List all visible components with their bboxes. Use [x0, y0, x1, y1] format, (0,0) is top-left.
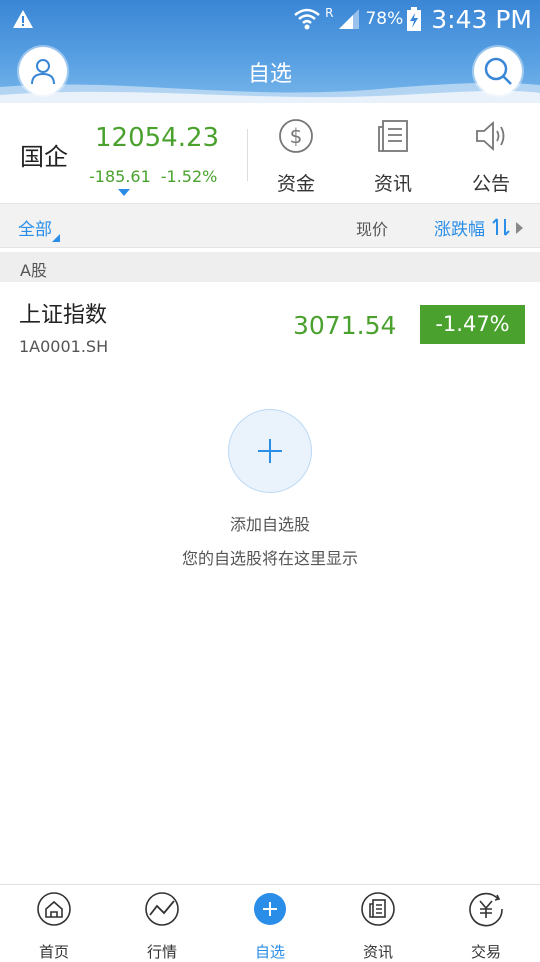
stock-price: 3071.54: [293, 311, 397, 340]
warning-icon: [13, 10, 33, 28]
nav-label: 资讯: [362, 943, 393, 961]
news-icon: [378, 120, 408, 152]
chart-icon: [145, 892, 179, 926]
empty-state-title: 添加自选股: [229, 515, 310, 534]
dollar-circle-icon: $: [279, 119, 313, 153]
plus-icon: [254, 893, 286, 925]
quick-link-announcements[interactable]: 公告: [456, 117, 526, 196]
column-change-sort-button[interactable]: 涨跌幅: [434, 215, 485, 240]
battery-percent: 78%: [365, 9, 404, 29]
index-name: 国企: [20, 143, 68, 171]
nav-label: 首页: [38, 943, 69, 961]
speaker-icon: [476, 120, 505, 152]
section-title: A股: [20, 261, 47, 280]
quick-link-news[interactable]: 资讯: [358, 117, 428, 196]
section-header: A股: [0, 252, 540, 282]
page-title: 自选: [247, 62, 292, 87]
index-change-amount: -185.61: [89, 167, 151, 186]
search-icon: [484, 57, 512, 85]
yen-icon: [469, 892, 503, 927]
signal-icon: [339, 9, 360, 29]
nav-label: 自选: [254, 943, 285, 961]
plus-icon: [258, 439, 282, 463]
empty-state-subtitle: 您的自选股将在这里显示: [181, 549, 358, 568]
app-header: R 78% 3:43 PM 自选: [0, 0, 540, 103]
index-summary[interactable]: 国企 12054.23 -185.61 -1.52% $ 资金 资讯 公告: [0, 103, 540, 203]
stock-change-badge[interactable]: -1.47%: [420, 305, 525, 344]
sort-icon[interactable]: [492, 217, 510, 237]
news-icon: [361, 892, 395, 926]
divider: [247, 129, 248, 181]
battery-charging-icon: [407, 7, 422, 31]
quick-link-label: 资金: [276, 173, 315, 195]
stock-name: 上证指数: [19, 303, 108, 328]
index-value: 12054.23: [95, 123, 220, 153]
home-icon: [37, 892, 71, 926]
nav-item-home[interactable]: 首页: [14, 891, 94, 962]
status-time: 3:43 PM: [431, 4, 532, 34]
index-change: -185.61 -1.52%: [89, 167, 217, 186]
filter-dropdown-icon: [52, 234, 60, 242]
quick-link-label: 资讯: [373, 173, 412, 195]
list-column-header: 全部 现价 涨跌幅: [0, 203, 540, 248]
index-change-percent: -1.52%: [160, 167, 218, 186]
table-row[interactable]: 上证指数 1A0001.SH 3071.54 -1.47%: [0, 282, 540, 364]
nav-item-trade[interactable]: 交易: [446, 891, 526, 962]
wifi-icon: [294, 8, 320, 30]
status-bar: R 78% 3:43 PM: [0, 0, 540, 38]
filter-all-button[interactable]: 全部: [18, 215, 52, 240]
nav-item-watchlist[interactable]: 自选: [230, 891, 310, 962]
roaming-indicator: R: [325, 6, 334, 20]
bottom-navigation: 首页 行情 自选 资讯 交易: [0, 884, 540, 962]
quick-link-label: 公告: [471, 173, 510, 195]
nav-item-market[interactable]: 行情: [122, 891, 202, 962]
svg-text:$: $: [290, 124, 303, 148]
quick-link-funds[interactable]: $ 资金: [261, 117, 331, 196]
column-price: 现价: [356, 220, 389, 239]
stock-code: 1A0001.SH: [19, 337, 109, 356]
next-column-arrow-icon[interactable]: [516, 222, 523, 234]
nav-label: 行情: [146, 943, 177, 961]
index-switch-caret-icon[interactable]: [118, 189, 130, 196]
nav-label: 交易: [470, 943, 501, 961]
search-button[interactable]: [474, 47, 522, 95]
add-stock-button[interactable]: [228, 409, 312, 493]
nav-item-news[interactable]: 资讯: [338, 891, 418, 962]
